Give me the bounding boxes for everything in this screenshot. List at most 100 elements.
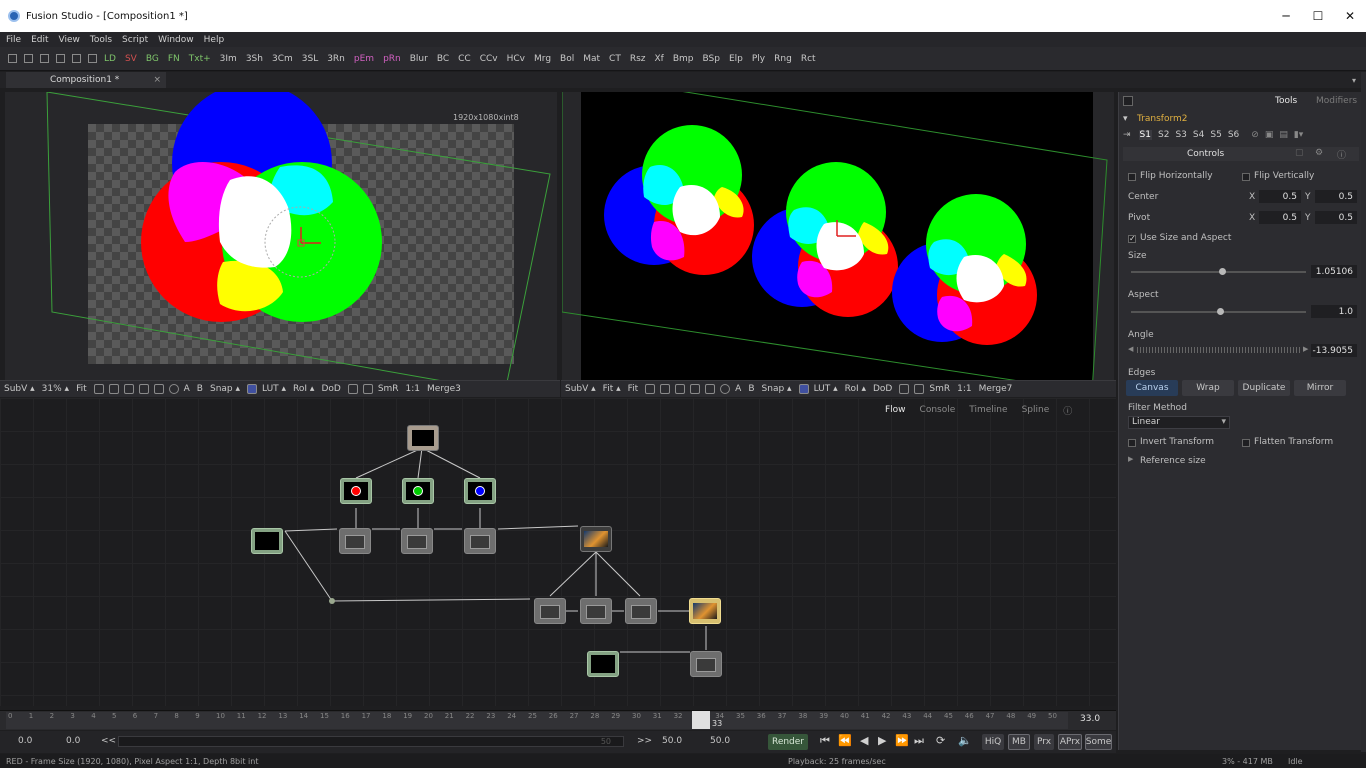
angle-thumbwheel[interactable]	[1137, 347, 1301, 353]
checker-icon[interactable]	[362, 384, 373, 394]
reset-icon[interactable]: ▤	[1279, 130, 1288, 140]
node-merge-3[interactable]	[464, 528, 496, 554]
lock-icon[interactable]	[899, 384, 910, 394]
right-b-button[interactable]: B	[748, 384, 754, 394]
left-dod-button[interactable]: DoD	[321, 384, 340, 394]
node-merge-2[interactable]	[401, 528, 433, 554]
paint-icon[interactable]	[123, 384, 134, 394]
disable-icon[interactable]: ⊘	[1251, 130, 1259, 140]
step-forward-icon[interactable]: ⏩	[895, 734, 909, 747]
node-transform-3[interactable]	[625, 598, 657, 624]
info-icon[interactable]: ⓘ	[1063, 404, 1072, 417]
right-viewer[interactable]	[562, 92, 1114, 380]
flow-node-editor[interactable]	[0, 398, 1116, 706]
node-transform-1[interactable]	[534, 598, 566, 624]
checker-icon[interactable]	[914, 384, 925, 394]
left-fit-button[interactable]: Fit	[76, 384, 87, 394]
center-y-field[interactable]: 0.5	[1315, 190, 1357, 203]
reference-size-label[interactable]: Reference size	[1140, 456, 1206, 466]
play-reverse-icon[interactable]: ◀	[860, 734, 868, 747]
right-snap-menu[interactable]: Snap ▴	[762, 384, 792, 394]
node-background-black-2[interactable]	[587, 651, 619, 677]
node-merge-1[interactable]	[339, 528, 371, 554]
mb-button[interactable]: MB	[1008, 734, 1030, 750]
global-end-field[interactable]: 50.0	[710, 736, 730, 746]
minimize-button[interactable]: ─	[1270, 0, 1302, 32]
edges-wrap-button[interactable]: Wrap	[1182, 380, 1234, 396]
maximize-button[interactable]: ☐	[1302, 0, 1334, 32]
tool-button-xf[interactable]: Xf	[655, 54, 664, 64]
paint-icon[interactable]	[675, 384, 686, 394]
left-lut-menu[interactable]: LUT ▴	[262, 384, 286, 394]
menu-view[interactable]: View	[59, 35, 80, 45]
polyline-icon[interactable]	[690, 384, 701, 394]
left-roi-menu[interactable]: RoI ▴	[293, 384, 314, 394]
left-subview-menu[interactable]: SubV ▴	[4, 384, 35, 394]
global-start-field[interactable]: 0.0	[18, 736, 32, 746]
polyline-icon[interactable]	[138, 384, 149, 394]
loop-icon[interactable]: ⟳	[936, 734, 945, 747]
tab-console[interactable]: Console	[920, 405, 956, 415]
filter-method-select[interactable]: Linear ▾	[1128, 416, 1230, 429]
use-size-aspect-checkbox[interactable]: ✓	[1128, 235, 1136, 243]
node-background-black[interactable]	[251, 528, 283, 554]
node-blue-circle[interactable]	[464, 478, 496, 504]
tool-button-rng[interactable]: Rng	[774, 54, 792, 64]
section-square-icon[interactable]: ▢	[1295, 148, 1304, 158]
ellipse-icon[interactable]	[720, 384, 731, 394]
version-s4[interactable]: S4	[1193, 130, 1204, 140]
tool-button-cc[interactable]: CC	[458, 54, 471, 64]
tool-button-3cm[interactable]: 3Cm	[272, 54, 293, 64]
tool-button-pem[interactable]: pEm	[354, 54, 374, 64]
tool-button-hcv[interactable]: HCv	[507, 54, 525, 64]
right-dod-button[interactable]: DoD	[873, 384, 892, 394]
go-to-end-icon[interactable]: ⏭	[914, 734, 924, 748]
tool-button-fn[interactable]: FN	[168, 54, 180, 64]
bspline-icon[interactable]	[108, 384, 119, 394]
tool-button-ccv[interactable]: CCv	[480, 54, 498, 64]
step-back-icon[interactable]: ⏪	[838, 734, 852, 747]
left-zoom-menu[interactable]: 31% ▴	[42, 384, 69, 394]
inspector-collapse-icon[interactable]	[1123, 96, 1133, 106]
tab-flow[interactable]: Flow	[885, 405, 906, 415]
range-prev-button[interactable]: <<	[101, 736, 116, 746]
flatten-transform-checkbox[interactable]	[1242, 439, 1250, 447]
section-gear-icon[interactable]: ⚙	[1315, 148, 1323, 158]
current-time-field[interactable]: 33.0	[1080, 714, 1100, 724]
flip-horizontally-checkbox[interactable]	[1128, 173, 1136, 181]
node-transform-2[interactable]	[580, 598, 612, 624]
close-tab-icon[interactable]: ×	[153, 75, 161, 85]
size-field[interactable]: 1.05106	[1311, 265, 1357, 278]
tool-button-rsz[interactable]: Rsz	[630, 54, 646, 64]
tool-button-bmp[interactable]: Bmp	[673, 54, 694, 64]
tab-tools[interactable]: Tools	[1275, 96, 1297, 106]
edges-canvas-button[interactable]: Canvas	[1126, 380, 1178, 396]
aprx-button[interactable]: APrx	[1058, 734, 1082, 750]
center-x-field[interactable]: 0.5	[1259, 190, 1301, 203]
edges-mirror-button[interactable]: Mirror	[1294, 380, 1346, 396]
tool-button-3im[interactable]: 3Im	[220, 54, 237, 64]
node-merge-7[interactable]	[690, 651, 722, 677]
tab-modifiers[interactable]: Modifiers	[1316, 96, 1357, 106]
aspect-slider-knob[interactable]	[1217, 308, 1225, 315]
play-icon[interactable]: ▶	[878, 734, 886, 747]
rectangle-icon[interactable]	[705, 384, 716, 394]
lock-icon[interactable]: ▣	[1265, 130, 1274, 140]
right-a-button[interactable]: A	[735, 384, 741, 394]
angle-left-arrow-icon[interactable]: ◀	[1128, 345, 1133, 353]
some-button[interactable]: Some	[1085, 734, 1112, 750]
menu-script[interactable]: Script	[122, 35, 148, 45]
version-s2[interactable]: S2	[1158, 130, 1169, 140]
right-subview-menu[interactable]: SubV ▴	[565, 384, 596, 394]
tool-button-txt[interactable]: Txt+	[189, 54, 211, 64]
section-info-icon[interactable]: ⓘ	[1337, 148, 1346, 161]
menu-help[interactable]: Help	[204, 35, 225, 45]
tool-button-3rn[interactable]: 3Rn	[327, 54, 345, 64]
pivot-x-field[interactable]: 0.5	[1259, 211, 1301, 224]
right-fit-button[interactable]: Fit	[628, 384, 639, 394]
tool-button-prn[interactable]: pRn	[383, 54, 401, 64]
tool-button-mrg[interactable]: Mrg	[534, 54, 551, 64]
version-s6[interactable]: S6	[1228, 130, 1239, 140]
ellipse-icon[interactable]	[168, 384, 179, 394]
tab-timeline[interactable]: Timeline	[969, 405, 1007, 415]
